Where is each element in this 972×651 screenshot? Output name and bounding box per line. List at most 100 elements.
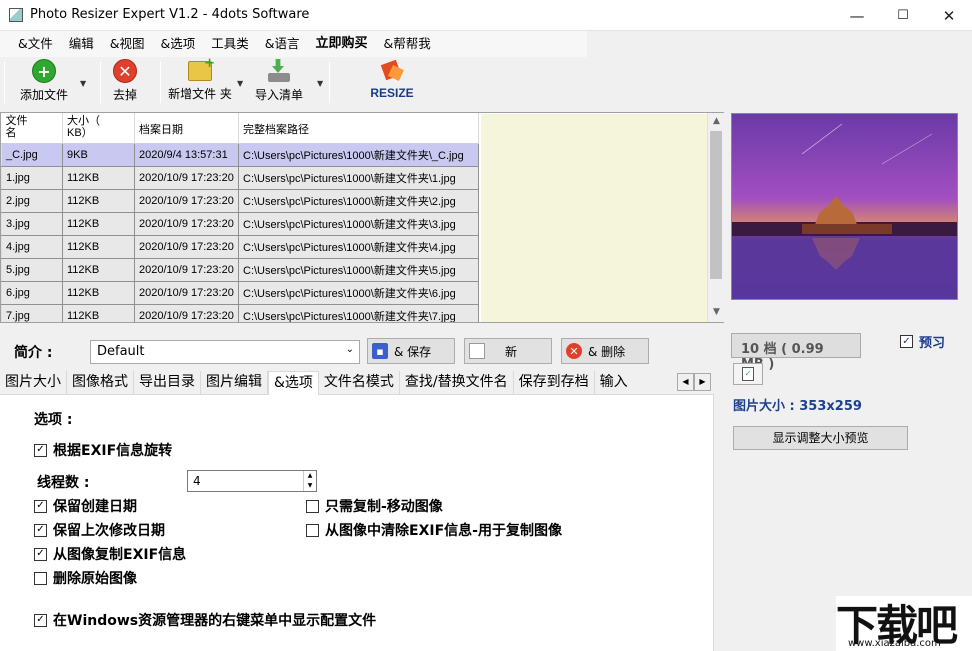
preview-photo	[732, 114, 958, 300]
delete-original-label: 删除原始图像	[53, 568, 137, 588]
cell-path: C:\Users\pc\Pictures\1000\新建文件夹\7.jpg	[239, 304, 479, 323]
new-folder-button[interactable]: + 新增文件 夹	[166, 59, 234, 105]
table-row[interactable]: 6.jpg112KB2020/10/9 17:23:20C:\Users\pc\…	[2, 281, 479, 304]
cell-filename: 5.jpg	[2, 258, 63, 281]
import-list-dropdown-icon[interactable]: ▼	[317, 79, 323, 88]
resize-icon	[380, 59, 404, 83]
menu-options[interactable]: &选项	[153, 31, 204, 57]
keep-created-date-checkbox[interactable]: ✓保留创建日期	[34, 496, 137, 516]
show-context-menu-checkbox[interactable]: ✓在Windows资源管理器的右键菜单中显示配置文件	[34, 610, 376, 630]
header-path[interactable]: 完整档案路径	[239, 113, 479, 143]
tab-image-size[interactable]: 图片大小	[0, 371, 67, 394]
table-row[interactable]: _C.jpg9KB2020/9/4 13:57:31C:\Users\pc\Pi…	[2, 143, 479, 166]
delete-original-checkbox[interactable]: 删除原始图像	[34, 568, 137, 588]
tab-options[interactable]: &选项	[268, 371, 319, 396]
tab-image-format[interactable]: 图像格式	[67, 371, 134, 394]
close-button[interactable]: ✕	[926, 0, 972, 31]
copy-move-only-checkbox[interactable]: 只需复制-移动图像	[306, 496, 443, 516]
import-list-button[interactable]: 导入清单	[254, 59, 304, 105]
profile-selected-value: Default	[97, 344, 145, 359]
cell-size: 9KB	[63, 143, 135, 166]
table-row[interactable]: 3.jpg112KB2020/10/9 17:23:20C:\Users\pc\…	[2, 212, 479, 235]
watermark-url: www.xiazaiba.com	[848, 638, 941, 649]
scroll-up-icon[interactable]: ▲	[708, 113, 725, 129]
menu-file[interactable]: &文件	[10, 31, 61, 57]
keep-created-date-label: 保留创建日期	[53, 496, 137, 516]
clipboard-button[interactable]: ✓	[733, 363, 763, 385]
check-icon: ✓	[900, 335, 913, 348]
file-list-scrollbar[interactable]: ▲ ▼	[707, 113, 724, 322]
scroll-thumb[interactable]	[710, 131, 722, 279]
header-size[interactable]: 大小（ KB）	[63, 113, 135, 143]
preview-label: 预习	[919, 332, 945, 351]
delete-profile-button[interactable]: ✕ & 删除	[561, 338, 649, 364]
check-icon: ✓	[34, 444, 47, 457]
delete-profile-label: & 删除	[588, 343, 625, 360]
tab-output-folder[interactable]: 导出目录	[134, 371, 201, 394]
tab-scroll-left-icon[interactable]: ◀	[677, 373, 694, 391]
unchecked-box-icon	[34, 572, 47, 585]
title-bar: Photo Resizer Expert V1.2 - 4dots Softwa…	[0, 0, 972, 31]
import-list-label: 导入清单	[255, 86, 303, 103]
tab-find-replace[interactable]: 查找/替换文件名	[400, 371, 514, 394]
cell-size: 112KB	[63, 281, 135, 304]
menu-tools[interactable]: 工具类	[203, 31, 257, 57]
unchecked-box-icon	[306, 524, 319, 537]
threads-input[interactable]: 4	[187, 470, 317, 492]
menu-buy-now[interactable]: 立即购买	[308, 31, 376, 57]
add-files-label: 添加文件	[20, 86, 68, 103]
window-title: Photo Resizer Expert V1.2 - 4dots Softwa…	[30, 7, 309, 22]
minimize-button[interactable]: —	[834, 0, 880, 31]
scroll-down-icon[interactable]: ▼	[708, 304, 725, 320]
keep-modified-date-checkbox[interactable]: ✓保留上次修改日期	[34, 520, 165, 540]
file-count-display: 10 档 ( 0.99 MB )	[731, 333, 861, 358]
spin-down-icon[interactable]: ▼	[304, 481, 316, 491]
resize-label: RESIZE	[370, 86, 413, 100]
cell-date: 2020/10/9 17:23:20	[135, 258, 239, 281]
options-heading: 选项 :	[34, 409, 72, 429]
add-icon: +	[32, 59, 56, 83]
new-profile-label: 新	[505, 343, 517, 360]
save-profile-button[interactable]: ▪ & 保存	[367, 338, 455, 364]
tab-save-archive[interactable]: 保存到存档	[514, 371, 595, 394]
remove-button[interactable]: ✕ 去掉	[110, 59, 140, 105]
add-files-dropdown-icon[interactable]: ▼	[80, 79, 86, 88]
cell-filename: 2.jpg	[2, 189, 63, 212]
rotate-exif-checkbox[interactable]: ✓根据EXIF信息旋转	[34, 440, 172, 460]
menu-view[interactable]: &视图	[102, 31, 153, 57]
table-row[interactable]: 2.jpg112KB2020/10/9 17:23:20C:\Users\pc\…	[2, 189, 479, 212]
menu-help[interactable]: &帮帮我	[376, 31, 439, 57]
menu-edit[interactable]: 编辑	[61, 31, 102, 57]
resize-button[interactable]: RESIZE	[370, 59, 414, 105]
show-resize-preview-button[interactable]: 显示调整大小预览	[733, 426, 908, 450]
image-size-label: 图片大小 : 353x259	[733, 395, 862, 414]
header-filename[interactable]: 文件 名	[2, 113, 63, 143]
tab-filename-pattern[interactable]: 文件名模式	[319, 371, 400, 394]
table-row[interactable]: 5.jpg112KB2020/10/9 17:23:20C:\Users\pc\…	[2, 258, 479, 281]
tab-image-edit[interactable]: 图片编辑	[201, 371, 268, 394]
tab-input[interactable]: 输入	[595, 371, 633, 394]
add-files-button[interactable]: + 添加文件	[17, 59, 71, 105]
new-profile-button[interactable]: 新	[464, 338, 552, 364]
cell-filename: 4.jpg	[2, 235, 63, 258]
cell-filename: 1.jpg	[2, 166, 63, 189]
clear-exif-checkbox[interactable]: 从图像中清除EXIF信息-用于复制图像	[306, 520, 562, 540]
table-row[interactable]: 4.jpg112KB2020/10/9 17:23:20C:\Users\pc\…	[2, 235, 479, 258]
cell-date: 2020/10/9 17:23:20	[135, 304, 239, 323]
threads-spinner[interactable]: ▲ ▼	[303, 471, 316, 491]
spin-up-icon[interactable]: ▲	[304, 471, 316, 481]
preview-checkbox[interactable]: ✓ 预习	[900, 332, 945, 351]
copy-exif-checkbox[interactable]: ✓从图像复制EXIF信息	[34, 544, 186, 564]
tab-scroll-right-icon[interactable]: ▶	[694, 373, 711, 391]
cell-path: C:\Users\pc\Pictures\1000\新建文件夹\6.jpg	[239, 281, 479, 304]
header-date[interactable]: 档案日期	[135, 113, 239, 143]
profile-select[interactable]: Default ⌄	[90, 340, 360, 364]
table-empty-area	[481, 114, 708, 322]
new-folder-dropdown-icon[interactable]: ▼	[237, 79, 243, 88]
menu-language[interactable]: &语言	[257, 31, 308, 57]
toolbar-separator	[160, 61, 161, 103]
table-row[interactable]: 7.jpg112KB2020/10/9 17:23:20C:\Users\pc\…	[2, 304, 479, 323]
maximize-button[interactable]: ☐	[880, 0, 926, 31]
file-list-table[interactable]: 文件 名 大小（ KB） 档案日期 完整档案路径 _C.jpg9KB2020/9…	[0, 112, 724, 323]
table-row[interactable]: 1.jpg112KB2020/10/9 17:23:20C:\Users\pc\…	[2, 166, 479, 189]
